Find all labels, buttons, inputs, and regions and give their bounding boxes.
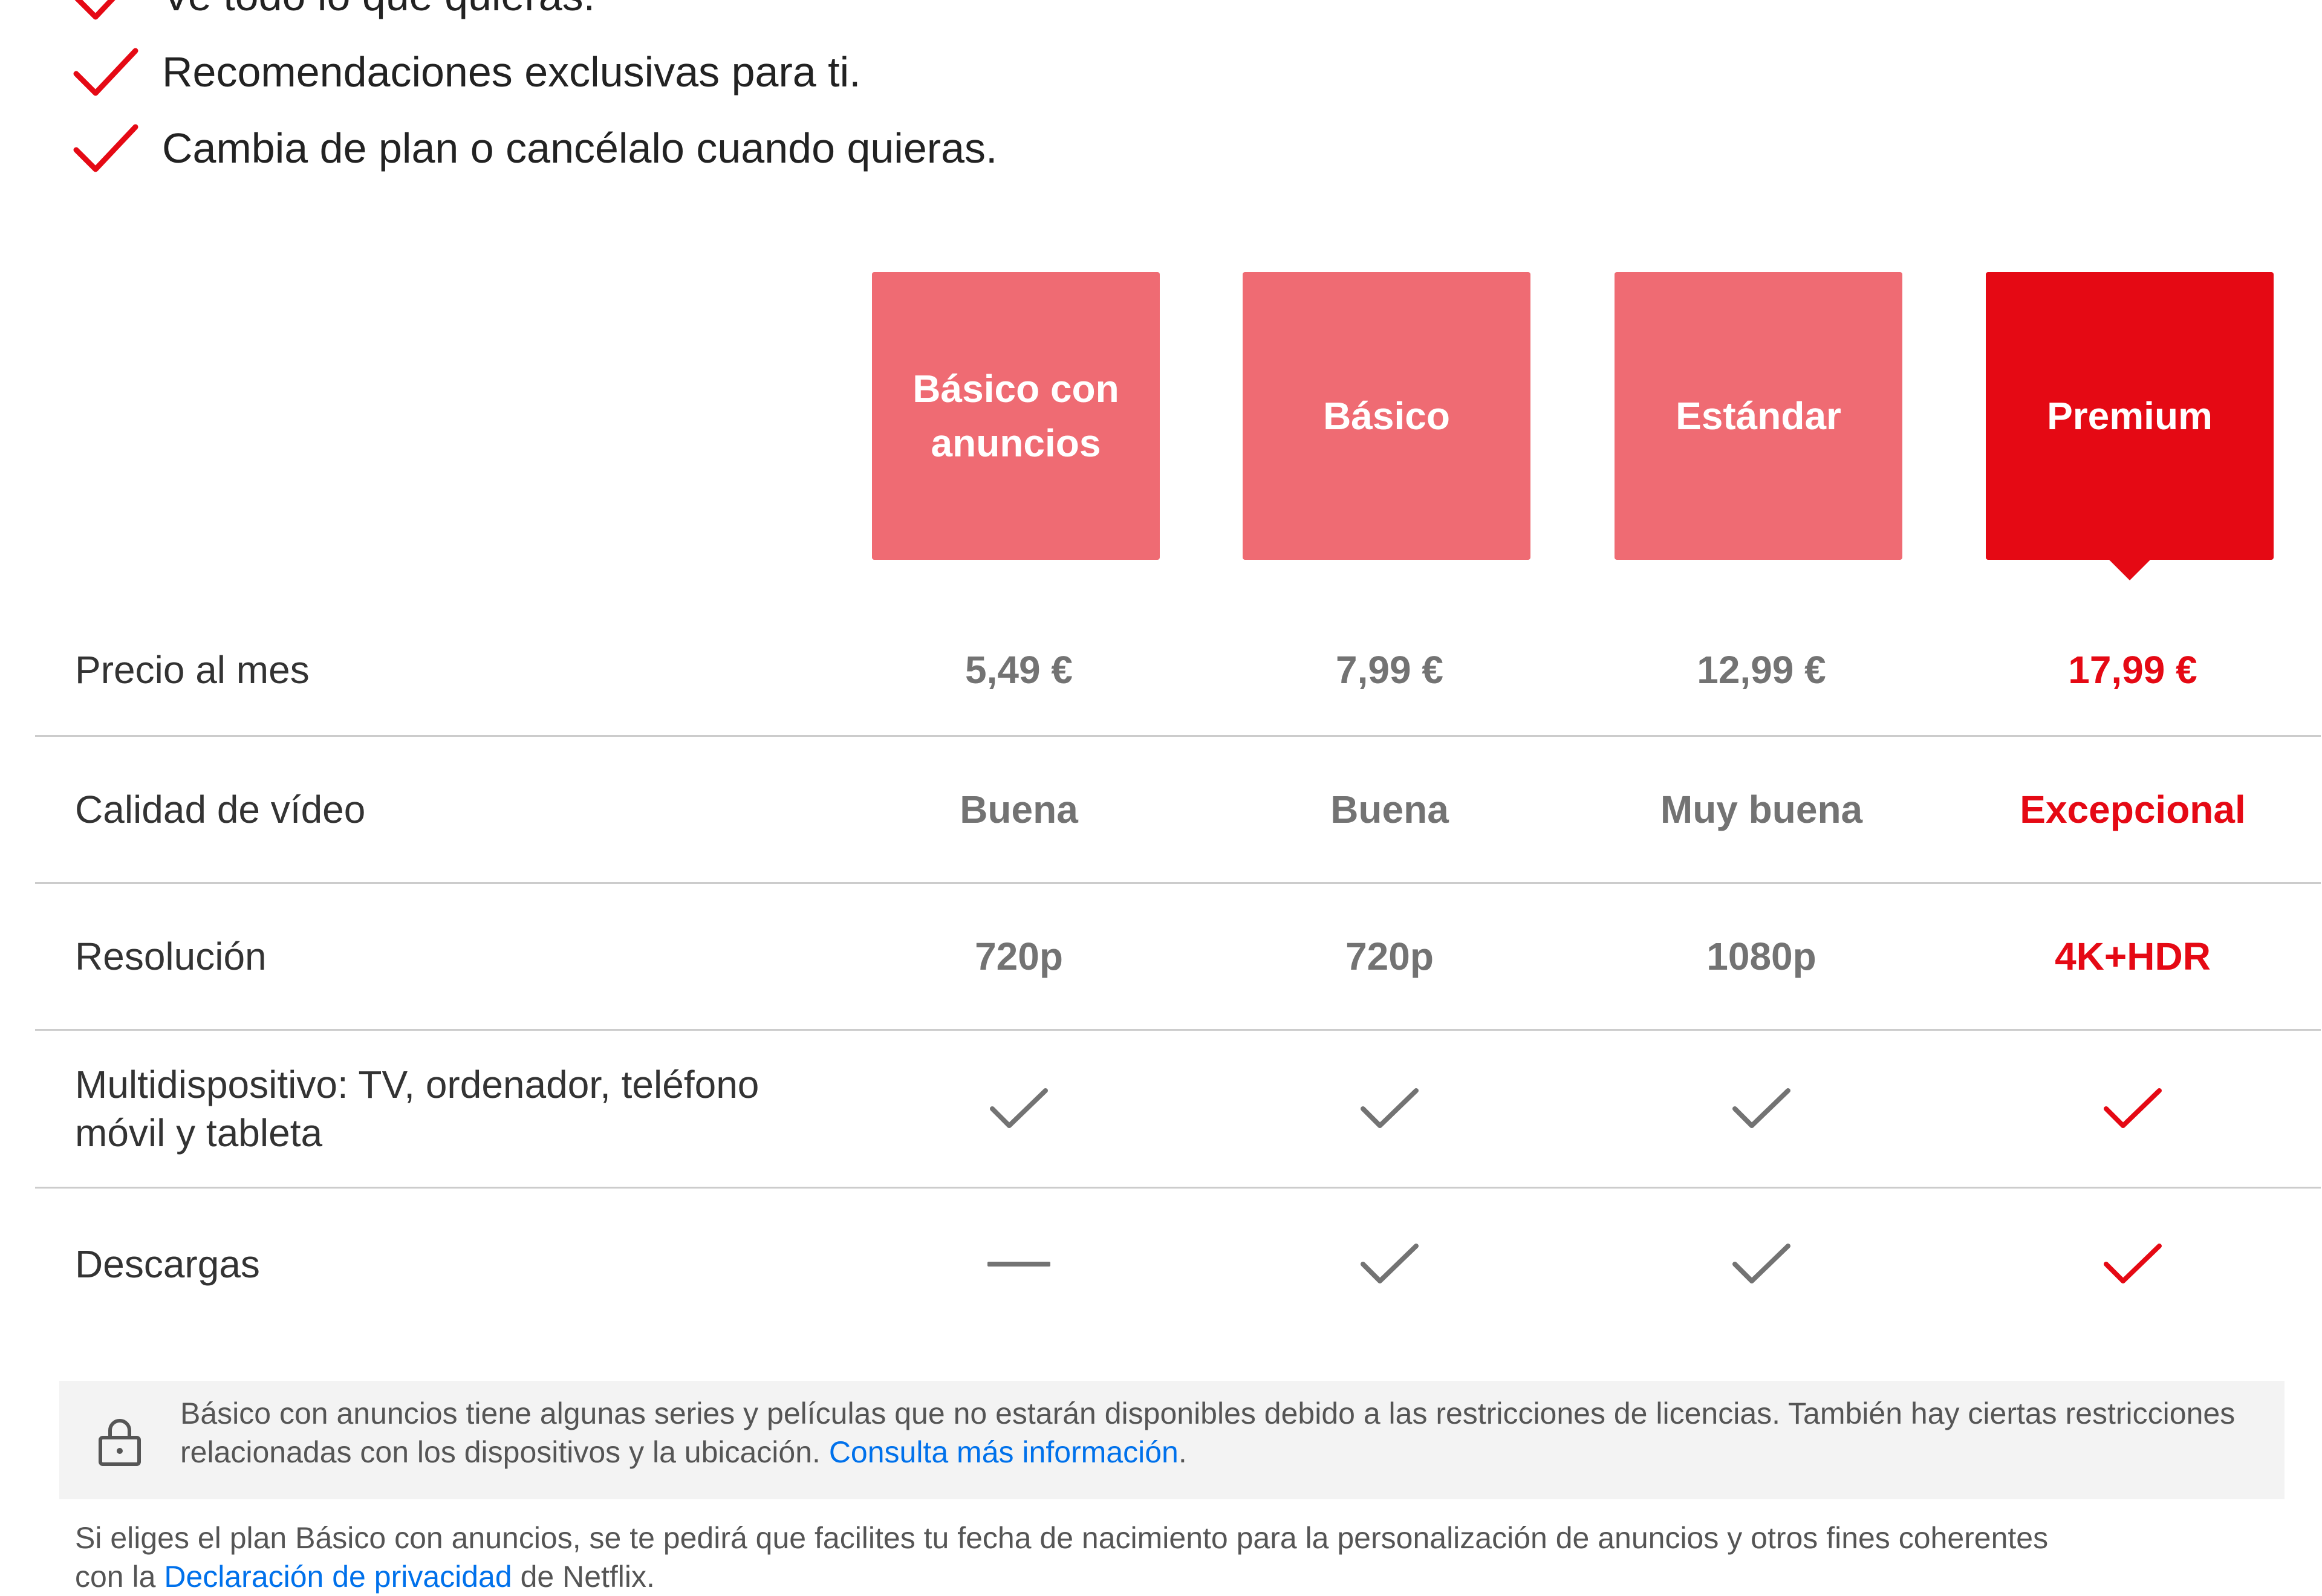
check-icon (1732, 1244, 1790, 1283)
check-cell (2102, 1085, 2163, 1133)
check-cell (2102, 1240, 2163, 1288)
more-info-link[interactable]: Consulta más información (829, 1435, 1179, 1469)
price-cell: 7,99 € (1336, 648, 1443, 692)
plan-name: Básico con anuncios (912, 367, 1119, 465)
info-text: Básico con anuncios tiene algunas series… (180, 1394, 2248, 1471)
footer-text-after: de Netflix. (520, 1560, 655, 1594)
check-cell (1731, 1240, 1792, 1288)
plan-name: Estándar (1676, 394, 1841, 438)
benefit-text: Ve todo lo que quieras. (162, 0, 595, 20)
benefit-text: Recomendaciones exclusivas para ti. (162, 48, 861, 96)
quality-cell: Buena (960, 788, 1078, 831)
price-cell: 17,99 € (2068, 648, 2197, 692)
plan-comparison-table: Precio al mes 5,49 € 7,99 € 12,99 € 17,9… (35, 605, 2321, 1340)
ads-info-notice: Básico con anuncios tiene algunas series… (59, 1381, 2285, 1499)
red-check-icon (2104, 1088, 2162, 1128)
benefit-text: Cambia de plan o cancélalo cuando quiera… (162, 125, 998, 172)
red-check-icon (2104, 1244, 2162, 1283)
info-end: . (1178, 1435, 1187, 1469)
table-row-price: Precio al mes 5,49 € 7,99 € 12,99 € 17,9… (35, 605, 2321, 737)
plan-card-basic[interactable]: Básico (1243, 272, 1530, 560)
resolution-cell: 720p (975, 935, 1063, 978)
row-label: Resolución (75, 935, 267, 978)
row-label: Precio al mes (75, 648, 310, 692)
plan-card-standard[interactable]: Estándar (1615, 272, 1902, 560)
benefits-list: Ve todo lo que quieras. Recomendaciones … (73, 0, 2189, 186)
row-label: Calidad de vídeo (75, 788, 366, 831)
plan-selector: Básico con anuncios Básico Estándar Prem… (0, 272, 2322, 574)
lock-icon (99, 1419, 141, 1466)
check-icon (990, 1088, 1048, 1128)
check-icon (1732, 1088, 1790, 1128)
red-check-icon (73, 124, 138, 172)
red-check-icon (73, 48, 138, 96)
birthdate-notice: Si eliges el plan Básico con anuncios, s… (75, 1519, 2070, 1596)
dash-icon (987, 1262, 1050, 1267)
table-row-downloads: Descargas (35, 1189, 2321, 1340)
row-label: Descargas (75, 1242, 260, 1286)
dash-cell (987, 1262, 1050, 1267)
price-cell: 5,49 € (965, 648, 1073, 692)
table-row-resolution: Resolución 720p 720p 1080p 4K+HDR (35, 884, 2321, 1031)
table-row-multidevice: Multidispositivo: TV, ordenador, teléfon… (35, 1031, 2321, 1189)
plan-name: Premium (2047, 394, 2213, 438)
benefit-item: Cambia de plan o cancélalo cuando quiera… (73, 110, 2189, 186)
plan-card-premium[interactable]: Premium (1986, 272, 2274, 560)
plan-name: Básico (1323, 394, 1450, 438)
info-body: Básico con anuncios tiene algunas series… (180, 1396, 2236, 1469)
red-check-icon (74, 0, 115, 20)
quality-cell: Buena (1330, 788, 1449, 831)
benefit-item: Ve todo lo que quieras. (73, 0, 2189, 34)
plan-selection-page: Ve todo lo que quieras. Recomendaciones … (0, 0, 2322, 1594)
resolution-cell: 4K+HDR (2055, 935, 2211, 978)
check-icon (1361, 1244, 1419, 1283)
resolution-cell: 720p (1345, 935, 1434, 978)
benefit-item: Recomendaciones exclusivas para ti. (73, 34, 2189, 110)
privacy-statement-link[interactable]: Declaración de privacidad (164, 1560, 512, 1594)
check-cell (1359, 1085, 1420, 1133)
row-label: Multidispositivo: TV, ordenador, teléfon… (75, 1063, 759, 1155)
quality-cell: Muy buena (1660, 788, 1863, 831)
plan-card-basic-with-ads[interactable]: Básico con anuncios (872, 272, 1160, 560)
resolution-cell: 1080p (1706, 935, 1816, 978)
check-cell (1731, 1085, 1792, 1133)
table-row-video-quality: Calidad de vídeo Buena Buena Muy buena E… (35, 737, 2321, 884)
price-cell: 12,99 € (1697, 648, 1826, 692)
quality-cell: Excepcional (2020, 788, 2246, 831)
check-icon (1361, 1088, 1419, 1128)
check-cell (989, 1085, 1049, 1133)
check-cell (1359, 1240, 1420, 1288)
